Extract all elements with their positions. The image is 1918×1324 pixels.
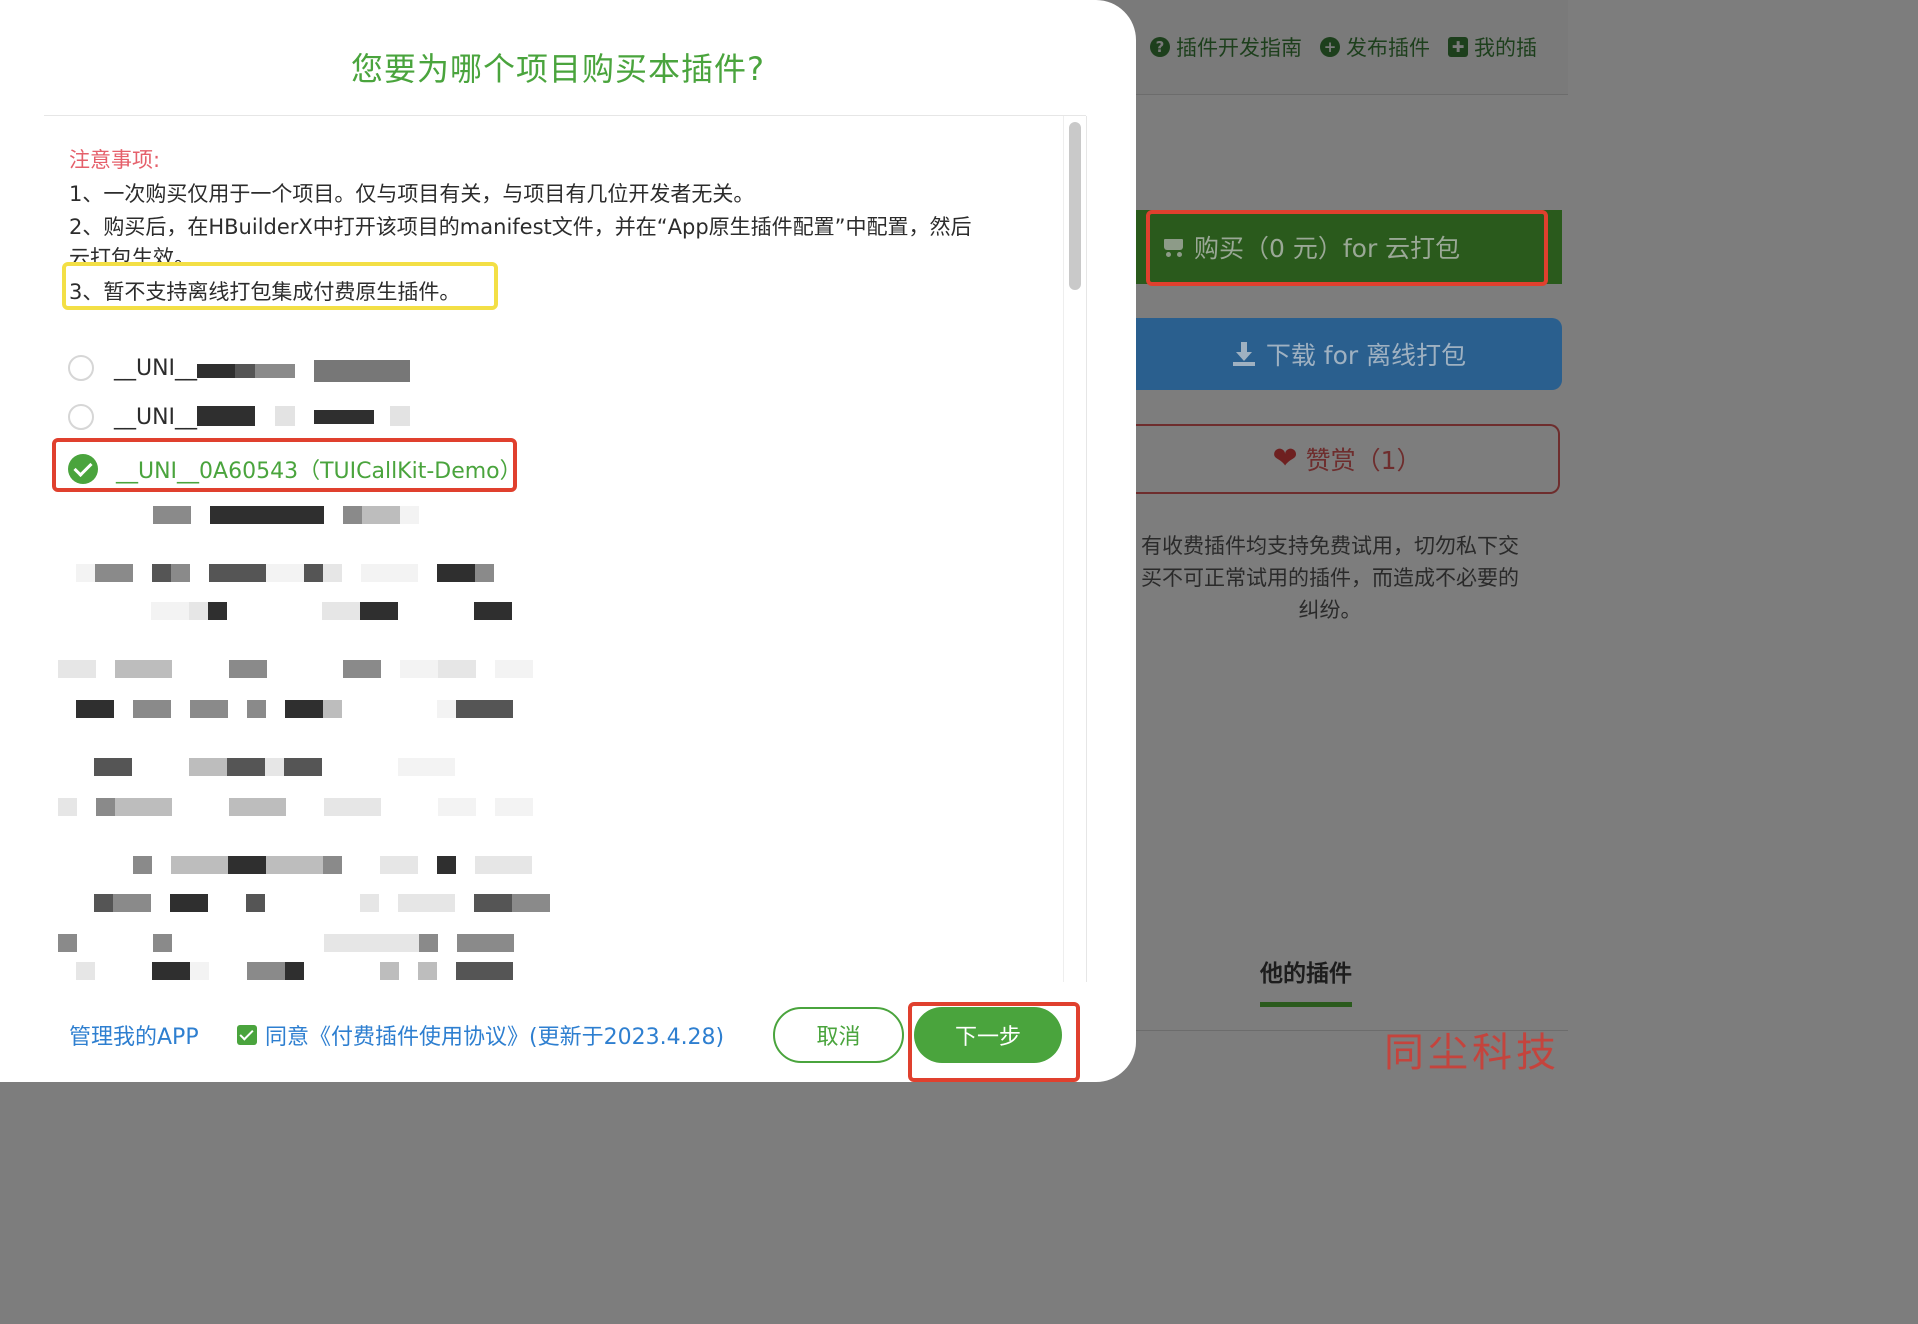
radio-button[interactable] [68, 355, 94, 381]
trial-notice-line: 纠纷。 [1298, 598, 1362, 622]
manage-apps-link[interactable]: 管理我的APP [69, 1019, 199, 1051]
highlight-box-next [908, 1002, 1080, 1082]
agree-checkbox[interactable] [237, 1025, 257, 1045]
watermark: 同尘科技 [1384, 1030, 1560, 1076]
plus-circle-icon: + [1320, 37, 1340, 57]
reward-button[interactable]: ❤ 赞赏（1） [1136, 424, 1560, 494]
nav-item-label: 发布插件 [1346, 36, 1430, 60]
project-label: __UNI__ [114, 404, 198, 430]
nav-item-publish-plugin[interactable]: + 发布插件 [1320, 32, 1430, 62]
notice-line-1: 1、一次购买仅用于一个项目。仅与项目有关，与项目有几位开发者无关。 [69, 182, 755, 206]
scrollbar-thumb[interactable] [1069, 122, 1081, 290]
notice-line-2-cont: 云打包生效。 [69, 246, 195, 262]
tab-his-plugins[interactable]: 他的插件 [1260, 954, 1352, 1007]
nav-item-label: 插件开发指南 [1176, 36, 1302, 60]
question-circle-icon: ? [1150, 37, 1170, 57]
highlight-box-offline-note [62, 262, 498, 310]
notice-title: 注意事项: [69, 148, 161, 172]
agree-terms-label[interactable]: 同意《付费插件使用协议》(更新于2023.4.28) [265, 1019, 724, 1051]
radio-button[interactable] [68, 404, 94, 430]
project-list-scroll-area[interactable]: 注意事项: 1、一次购买仅用于一个项目。仅与项目有关，与项目有几位开发者无关。 … [44, 116, 1087, 982]
nav-item-my-plugins[interactable]: ✚ 我的插 [1448, 32, 1537, 62]
nav-item-dev-guide[interactable]: ? 插件开发指南 [1150, 32, 1302, 62]
download-offline-button[interactable]: 下载 for 离线打包 [1136, 318, 1562, 390]
trial-notice: 有收费插件均支持免费试用，切勿私下交 买不可正常试用的插件，而造成不必要的 纠纷… [1100, 530, 1560, 626]
trial-notice-line: 有收费插件均支持免费试用，切勿私下交 [1141, 534, 1519, 558]
project-option[interactable]: __UNI__ [68, 404, 197, 430]
nav-item-label: 我的插 [1474, 36, 1537, 60]
highlight-box-buy [1146, 210, 1548, 286]
project-option[interactable]: __UNI__ [68, 355, 197, 381]
purchase-dialog: 您要为哪个项目购买本插件? 注意事项: 1、一次购买仅用于一个项目。仅与项目有关… [0, 0, 1136, 1082]
reward-button-label: 赞赏（1） [1305, 446, 1422, 475]
top-nav: ? 插件开发指南 + 发布插件 ✚ 我的插 [1150, 32, 1537, 62]
notice-line-2: 2、购买后，在HBuilderX中打开该项目的manifest文件，并在“App… [69, 215, 972, 239]
project-label: __UNI__ [114, 355, 198, 381]
heart-icon: ❤ [1272, 441, 1298, 476]
highlight-box-selected-project [52, 438, 517, 492]
download-button-label: 下载 for 离线打包 [1265, 341, 1467, 370]
trial-notice-line: 买不可正常试用的插件，而造成不必要的 [1141, 566, 1519, 590]
cancel-button[interactable]: 取消 [773, 1007, 904, 1063]
puzzle-icon: ✚ [1448, 37, 1468, 57]
download-icon [1232, 341, 1256, 367]
agree-terms[interactable]: 同意《付费插件使用协议》(更新于2023.4.28) [237, 1019, 724, 1051]
scrollbar[interactable] [1063, 116, 1086, 982]
dialog-title: 您要为哪个项目购买本插件? [351, 50, 765, 88]
